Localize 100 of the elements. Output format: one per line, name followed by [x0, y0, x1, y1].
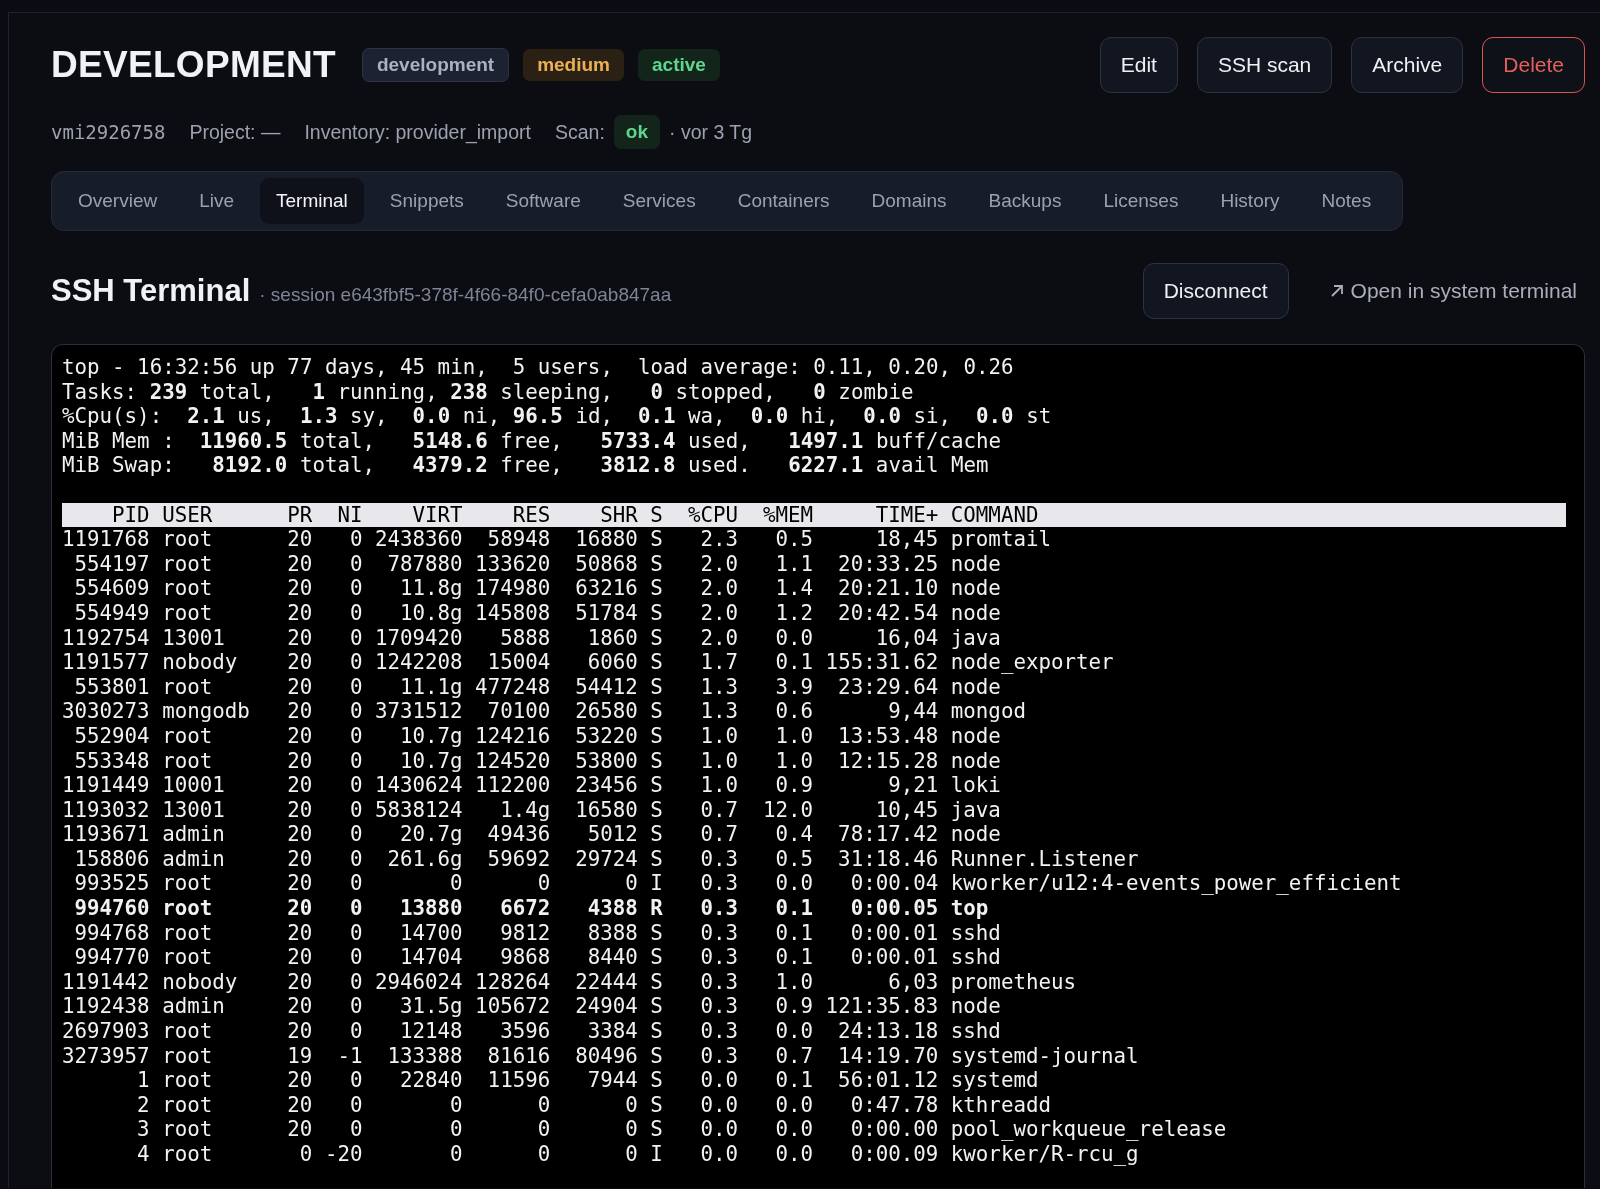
terminal-line: %Cpu(s): 2.1 us, 1.3 sy, 0.0 ni, 96.5 id, 0.1 wa, 0.0 hi, 0.0 si, 0.0 st	[62, 404, 1053, 429]
table-cell-text: 1.4g	[499, 797, 551, 823]
column-header: VIRT	[411, 502, 463, 528]
tab[interactable]: Notes	[1305, 178, 1388, 224]
table-cell-text: 0.1	[774, 896, 814, 921]
tab[interactable]: Containers	[721, 178, 846, 224]
table-cell-text: 0.3	[699, 871, 738, 897]
table-cell: I	[650, 871, 663, 897]
table-cell-text: 0	[536, 1142, 551, 1167]
table-cell: S	[650, 1068, 663, 1093]
open-terminal-link[interactable]: Open in system terminal	[1328, 279, 1577, 303]
table-cell-text: 0	[348, 600, 363, 626]
terminal-line: MiB Swap: 8192.0 total, 4379.2 free, 3812.8 used. 6227.1 avail Mem	[62, 453, 990, 478]
table-cell: kthreadd	[950, 1092, 1051, 1118]
table-cell-text: 15004	[486, 650, 551, 675]
table-cell-text: 0.0	[774, 871, 814, 897]
terminal-line: Tasks: 239 total, 1 running, 238 sleeping, 0 stopped, 0 zombie	[62, 379, 915, 405]
table-cell-text: 29724	[574, 846, 638, 872]
table-cell: S	[650, 1092, 663, 1118]
table-cell-text: 0	[348, 625, 363, 651]
table-cell-text: 3596	[499, 1019, 551, 1044]
table-cell: node	[950, 822, 1001, 847]
table-cell-text: 0	[536, 1117, 551, 1142]
table-cell-text: 20	[286, 723, 313, 749]
table-cell: S	[650, 945, 663, 970]
table-cell-text: 2.0	[699, 551, 738, 577]
action-button[interactable]: SSH scan	[1196, 37, 1333, 93]
delete-button[interactable]: Delete	[1482, 37, 1585, 93]
table-cell-text: 1.4	[774, 576, 814, 601]
tab[interactable]: Snippets	[373, 178, 480, 224]
table-cell-text: 63216	[574, 576, 638, 601]
table-cell-text: 20	[286, 920, 313, 946]
table-cell-text: 10001	[162, 773, 226, 798]
tab[interactable]: Terminal	[260, 178, 364, 224]
column-header: USER	[162, 502, 214, 528]
table-cell-text: 2.0	[699, 600, 738, 626]
table-cell-text: 8440	[586, 945, 638, 970]
action-button[interactable]: Archive	[1351, 37, 1464, 93]
tab[interactable]: History	[1204, 178, 1296, 224]
table-cell: S	[650, 625, 663, 651]
table-cell-text: 0	[536, 1092, 551, 1118]
table-cell-text: 14704	[399, 945, 463, 970]
table-cell-text: 0.3	[699, 1043, 738, 1069]
table-cell-text: 0.9	[774, 994, 814, 1020]
table-cell: S	[650, 994, 663, 1020]
table-cell-text: 20	[286, 748, 313, 774]
table-cell-text: mongodb	[162, 699, 251, 724]
table-cell-text: 81616	[486, 1043, 551, 1069]
table-cell-text: 20:42.54	[837, 600, 939, 626]
table-cell: top	[950, 896, 989, 921]
tab[interactable]: Live	[183, 178, 251, 224]
table-cell-text: 0	[348, 994, 363, 1020]
tab[interactable]: Software	[489, 178, 597, 224]
table-cell-text: 993525	[73, 871, 150, 897]
tag: active	[638, 49, 720, 81]
tab[interactable]: Overview	[62, 178, 174, 224]
table-cell-text: 0:47.78	[849, 1092, 939, 1118]
session-id: · session e643fbf5-378f-4f66-84f0-cefa0ab847aa	[259, 284, 672, 306]
table-cell-text: 0	[298, 1142, 313, 1167]
tab[interactable]: Backups	[972, 178, 1078, 224]
tab[interactable]: Services	[606, 178, 712, 224]
table-cell-text: 0.0	[774, 1019, 814, 1044]
table-cell-text: 20	[286, 551, 313, 577]
table-cell-text: 14:19.70	[837, 1043, 939, 1069]
table-cell: systemd-journal	[950, 1043, 1139, 1069]
table-cell-text: 0	[449, 1092, 463, 1118]
table-cell-text: admin	[162, 822, 226, 847]
table-cell: 1191577	[62, 650, 150, 675]
table-cell-text: 13880	[399, 896, 463, 921]
table-cell-text: 13001	[162, 797, 226, 823]
table-cell-text: 1.0	[774, 723, 814, 749]
table-cell-text: admin	[162, 994, 226, 1020]
table-cell-text: 80496	[574, 1043, 638, 1069]
table-cell-text: 10,45	[874, 797, 939, 823]
table-cell-text: 4388	[586, 896, 638, 921]
table-cell: S	[650, 969, 663, 995]
table-cell-text: root	[162, 1019, 214, 1044]
column-header: %CPU	[686, 502, 738, 528]
table-cell-text: nobody	[162, 650, 239, 675]
table-cell-text: 0.0	[699, 1068, 738, 1093]
terminal-line: top - 16:32:56 up 77 days, 45 min, 5 users, load average: 0.11, 0.20, 0.26	[62, 355, 1015, 380]
table-cell-text: 5888	[499, 625, 551, 651]
table-cell-text: 16880	[574, 527, 638, 552]
table-cell-text: 20	[286, 650, 313, 675]
table-cell-text: 70100	[486, 699, 551, 724]
table-cell-text: 18,45	[874, 527, 939, 552]
disconnect-button[interactable]: Disconnect	[1142, 263, 1289, 319]
tab[interactable]: Licenses	[1087, 178, 1195, 224]
table-cell-text: 11596	[486, 1068, 551, 1093]
table-cell: S	[650, 723, 663, 749]
tab[interactable]: Domains	[855, 178, 963, 224]
table-cell-text: 20	[286, 527, 313, 552]
table-cell: S	[650, 822, 663, 847]
table-cell-text: 26580	[574, 699, 638, 724]
table-cell-text: 0.3	[699, 920, 738, 946]
table-cell: S	[650, 1019, 663, 1044]
table-cell-text: 0	[348, 699, 363, 724]
host-name: vmi2926758	[51, 121, 166, 143]
table-cell-text: 158806	[73, 846, 150, 872]
action-button[interactable]: Edit	[1099, 37, 1178, 93]
